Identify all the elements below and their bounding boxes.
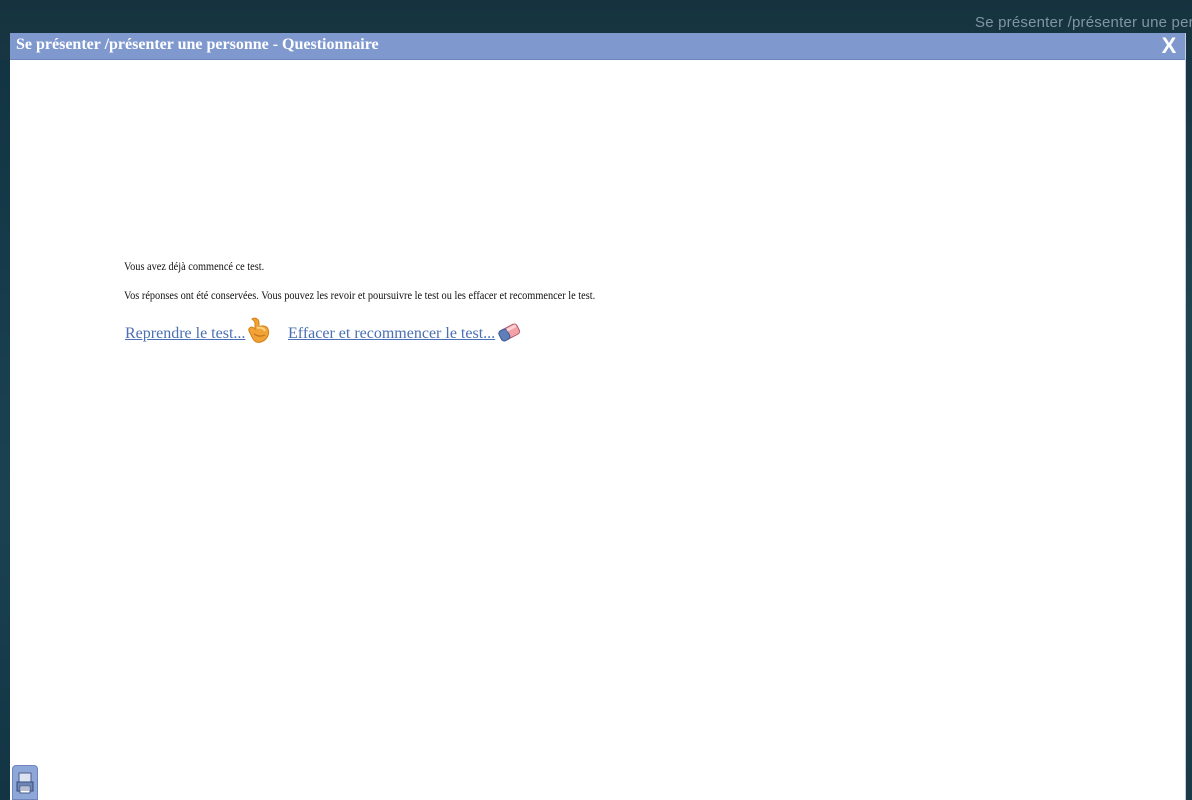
message-already-started: Vous avez déjà commencé ce test. bbox=[124, 259, 265, 273]
reset-test-link[interactable]: Effacer et recommencer le test... bbox=[288, 324, 495, 344]
resume-test-button[interactable]: Reprendre le test... bbox=[125, 316, 272, 344]
eraser-icon[interactable] bbox=[496, 316, 522, 344]
dialog-title: Se présenter /présenter une personne - Q… bbox=[16, 36, 379, 53]
background-window-title: Se présenter /présenter une personne bbox=[975, 14, 1192, 31]
close-button[interactable]: X bbox=[1159, 34, 1179, 58]
printer-icon[interactable] bbox=[13, 772, 37, 800]
background-panel bbox=[0, 60, 10, 800]
print-button[interactable] bbox=[12, 765, 38, 800]
dialog-titlebar: Se présenter /présenter une personne - Q… bbox=[10, 33, 1185, 60]
resume-test-link[interactable]: Reprendre le test... bbox=[125, 324, 245, 344]
hand-pointer-icon[interactable] bbox=[246, 316, 272, 344]
questionnaire-dialog: Se présenter /présenter une personne - Q… bbox=[10, 33, 1186, 800]
reset-test-button[interactable]: Effacer et recommencer le test... bbox=[288, 316, 522, 344]
message-answers-kept: Vos réponses ont été conservées. Vous po… bbox=[124, 288, 596, 302]
